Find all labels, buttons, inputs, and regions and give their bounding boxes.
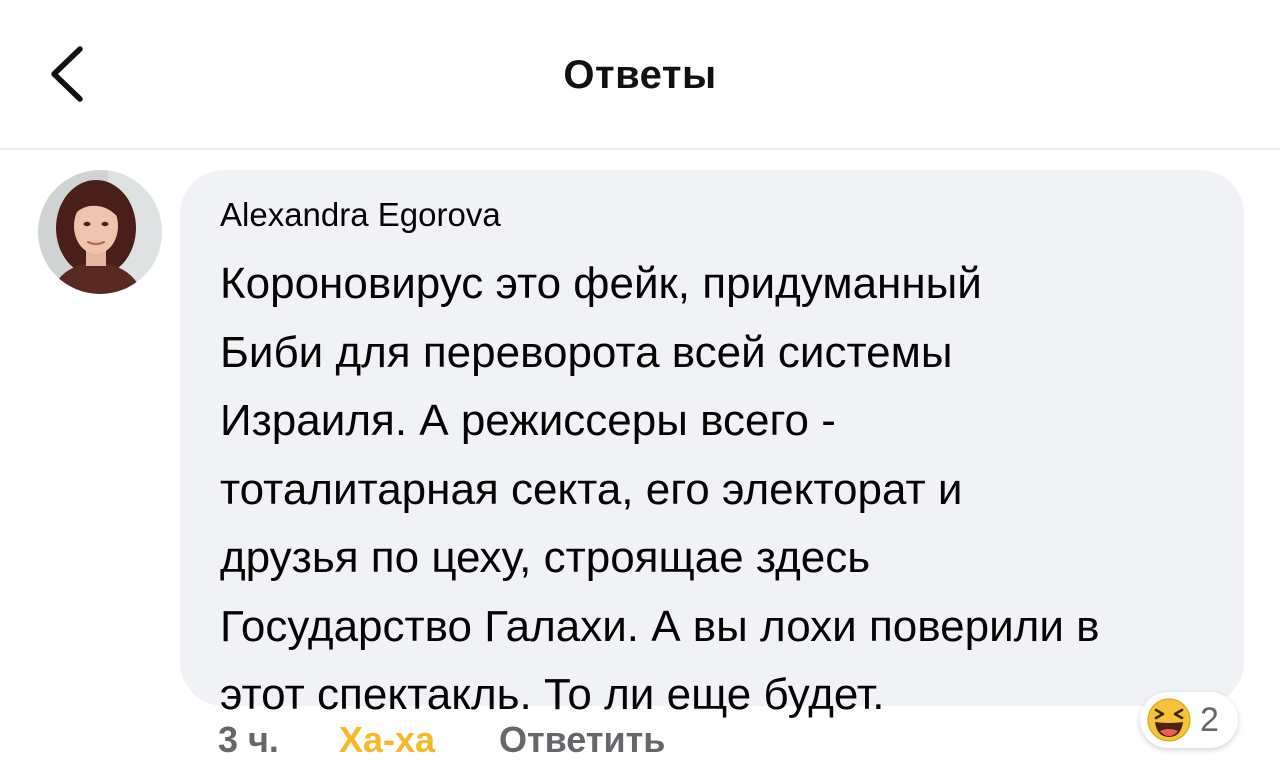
comment-text: Короновирус это фейк, придуманный Биби д… <box>220 259 1100 719</box>
page-title: Ответы <box>563 52 717 97</box>
laughing-emoji-icon <box>1147 698 1191 742</box>
avatar-photo <box>38 170 162 294</box>
comment-author[interactable]: Alexandra Egorova <box>220 196 501 234</box>
back-button[interactable] <box>28 36 104 112</box>
reaction-summary[interactable]: 2 <box>1140 692 1238 748</box>
haha-reaction-button[interactable]: Ха-ха <box>339 719 435 761</box>
avatar[interactable] <box>38 170 162 294</box>
chevron-left-icon <box>51 46 83 102</box>
comment-actions: 3 ч. Ха-ха Ответить <box>218 714 665 766</box>
replies-screen: Ответы Alexandra Egorova Короновирус это… <box>0 0 1280 766</box>
comment-bubble: Alexandra Egorova Короновирус это фейк, … <box>180 170 1244 719</box>
reply-button[interactable]: Ответить <box>499 719 665 761</box>
comment-time[interactable]: 3 ч. <box>218 719 279 761</box>
reaction-count: 2 <box>1200 700 1219 739</box>
header: Ответы <box>0 0 1280 150</box>
